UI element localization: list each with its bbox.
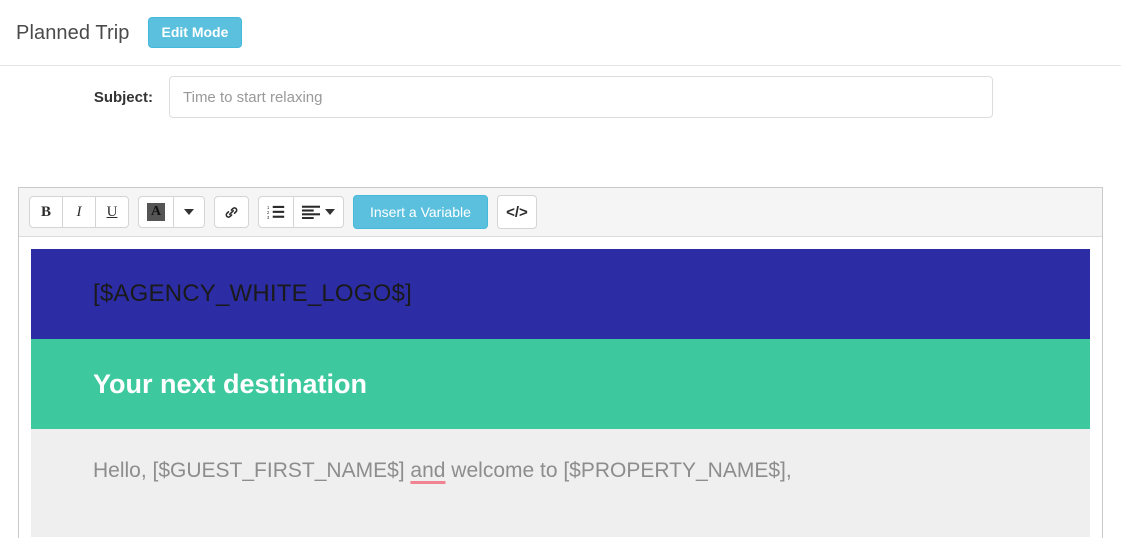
email-template: [$AGENCY_WHITE_LOGO$] Your next destinat… [31, 249, 1090, 537]
subject-input[interactable] [169, 76, 993, 118]
link-group [214, 196, 249, 228]
edit-mode-button[interactable]: Edit Mode [147, 17, 243, 48]
insert-a-variable-button[interactable]: Insert a Variable [353, 195, 488, 229]
subject-label: Subject: [93, 88, 153, 106]
greeting-text-part2: welcome to [$PROPERTY_NAME$], [445, 459, 792, 482]
bold-button[interactable]: B [29, 196, 63, 228]
code-view-button[interactable]: </> [496, 195, 537, 229]
font-color-icon: A [147, 203, 165, 221]
align-left-icon [302, 205, 320, 219]
email-body-canvas[interactable]: [$AGENCY_WHITE_LOGO$] Your next destinat… [19, 237, 1102, 538]
spellcheck-misspelled-word: and [410, 459, 446, 482]
chevron-down-icon [184, 209, 194, 215]
font-color-group: A [138, 196, 205, 228]
email-hero-band: Your next destination [31, 339, 1090, 429]
link-icon [223, 204, 240, 221]
ordered-list-icon: 1 2 3 [267, 204, 285, 220]
page-title: Planned Trip [16, 21, 130, 44]
rich-text-editor: B I U A 1 2 3 Insert a Variable </> [$AG… [18, 187, 1103, 538]
svg-text:3: 3 [267, 215, 270, 220]
font-color-dropdown-button[interactable] [173, 196, 205, 228]
italic-button[interactable]: I [62, 196, 96, 228]
greeting-text-part1: Hello, [$GUEST_FIRST_NAME$] [93, 459, 411, 482]
subject-row: Subject: [0, 67, 1121, 127]
page-header: Planned Trip Edit Mode [0, 0, 1121, 66]
underline-button[interactable]: U [95, 196, 129, 228]
email-greeting-line: Hello, [$GUEST_FIRST_NAME$] and welcome … [93, 457, 1028, 484]
chevron-down-icon [325, 209, 335, 215]
editor-toolbar: B I U A 1 2 3 Insert a Variable </> [19, 188, 1102, 237]
email-hero-title: Your next destination [93, 368, 368, 399]
text-style-group: B I U [29, 196, 129, 228]
list-align-group: 1 2 3 [258, 196, 344, 228]
alignment-dropdown-button[interactable] [293, 196, 344, 228]
insert-link-button[interactable] [214, 196, 249, 228]
ordered-list-button[interactable]: 1 2 3 [258, 196, 294, 228]
font-color-button[interactable]: A [138, 196, 174, 228]
agency-logo-token: [$AGENCY_WHITE_LOGO$] [93, 280, 412, 307]
email-body-band: Hello, [$GUEST_FIRST_NAME$] and welcome … [31, 429, 1090, 537]
email-logo-band: [$AGENCY_WHITE_LOGO$] [31, 249, 1090, 339]
code-group: </> [496, 195, 537, 229]
